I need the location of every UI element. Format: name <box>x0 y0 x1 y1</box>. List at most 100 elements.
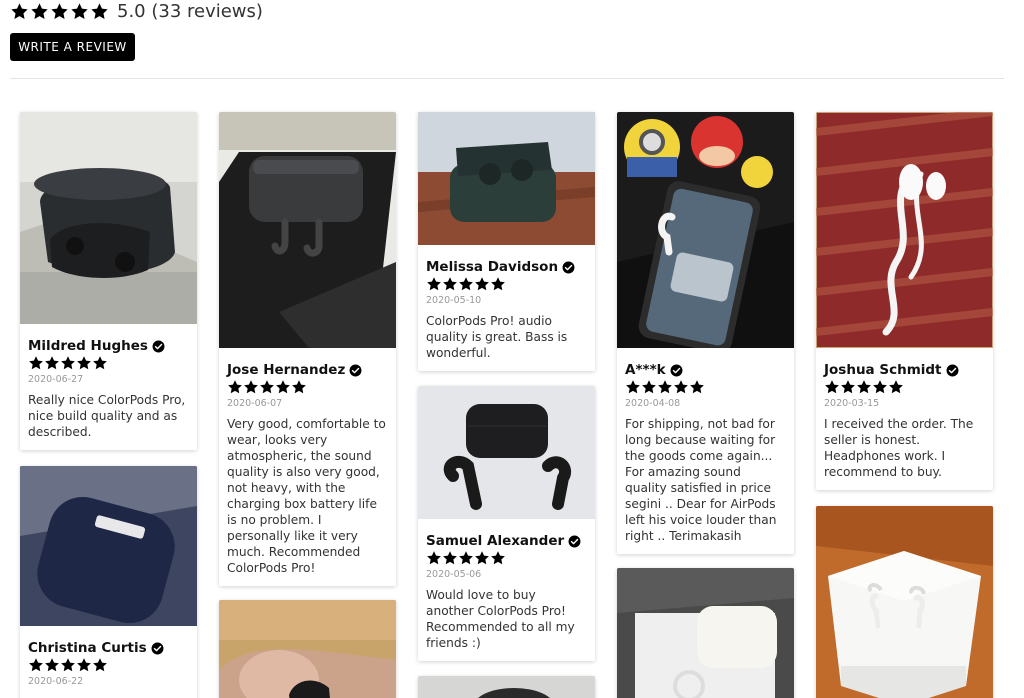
review-photo[interactable] <box>219 112 396 348</box>
star-icon <box>259 379 275 395</box>
review-stars <box>426 550 587 566</box>
reviewer-name: Melissa Davidson <box>426 259 559 275</box>
summary-stars <box>10 2 109 21</box>
verified-check-icon <box>670 364 683 377</box>
review-stars <box>227 379 388 395</box>
review-photo[interactable] <box>418 676 595 698</box>
review-text: Would love to buy another ColorPods Pro!… <box>426 588 575 650</box>
review-photo[interactable] <box>816 112 993 348</box>
verified-check-icon <box>152 340 165 353</box>
star-icon <box>673 379 689 395</box>
review-card[interactable] <box>418 676 595 698</box>
review-stars <box>824 379 985 395</box>
review-date: 2020-04-08 <box>625 398 681 409</box>
star-icon <box>458 276 474 292</box>
review-photo[interactable] <box>219 600 396 698</box>
star-icon <box>840 379 856 395</box>
star-icon <box>490 276 506 292</box>
review-photo[interactable] <box>816 506 993 698</box>
review-date: 2020-06-07 <box>227 398 283 409</box>
review-card[interactable] <box>617 568 794 698</box>
review-date: 2020-03-15 <box>824 398 880 409</box>
write-review-button[interactable]: WRITE A REVIEW <box>10 33 135 61</box>
star-icon <box>442 550 458 566</box>
review-card[interactable]: Melissa Davidson 2020-05-10 ColorPods Pr… <box>418 112 595 371</box>
star-icon <box>275 379 291 395</box>
star-icon <box>30 2 49 21</box>
reviewer-name: Christina Curtis <box>28 640 147 656</box>
star-icon <box>474 550 490 566</box>
star-icon <box>28 657 44 673</box>
star-icon <box>76 355 92 371</box>
star-icon <box>60 355 76 371</box>
verified-check-icon <box>946 364 959 377</box>
review-photo[interactable] <box>418 386 595 519</box>
star-icon <box>92 657 108 673</box>
star-icon <box>28 355 44 371</box>
star-icon <box>426 276 442 292</box>
review-text: For shipping, not bad for long because w… <box>625 417 777 543</box>
review-photo[interactable] <box>617 568 794 698</box>
divider <box>10 78 1004 79</box>
star-icon <box>76 657 92 673</box>
star-icon <box>474 276 490 292</box>
verified-check-icon <box>151 642 164 655</box>
review-card[interactable] <box>816 506 993 698</box>
reviewer-name: A***k <box>625 362 666 378</box>
review-stars <box>28 657 189 673</box>
review-date: 2020-05-10 <box>426 295 482 306</box>
star-icon <box>426 550 442 566</box>
reviewer-name: Jose Hernandez <box>227 362 346 378</box>
star-icon <box>625 379 641 395</box>
star-icon <box>44 657 60 673</box>
review-card[interactable] <box>219 600 396 698</box>
review-stars <box>28 355 189 371</box>
star-icon <box>458 550 474 566</box>
review-card[interactable]: Jose Hernandez 2020-06-07 Very good, com… <box>219 112 396 586</box>
star-icon <box>824 379 840 395</box>
star-icon <box>442 276 458 292</box>
star-icon <box>657 379 673 395</box>
star-icon <box>60 657 76 673</box>
star-icon <box>856 379 872 395</box>
review-card[interactable]: Samuel Alexander 2020-05-06 Would love t… <box>418 386 595 661</box>
star-icon <box>90 2 109 21</box>
reviewer-name: Mildred Hughes <box>28 338 148 354</box>
review-card[interactable]: Christina Curtis 2020-06-22 <box>20 466 197 698</box>
star-icon <box>490 550 506 566</box>
rating-summary: 5.0 (33 reviews) <box>10 0 263 22</box>
star-icon <box>641 379 657 395</box>
star-icon <box>50 2 69 21</box>
review-stars <box>426 276 587 292</box>
star-icon <box>291 379 307 395</box>
verified-check-icon <box>568 535 581 548</box>
star-icon <box>10 2 29 21</box>
review-card[interactable]: A***k 2020-04-08 For shipping, not bad f… <box>617 112 794 554</box>
review-photo[interactable] <box>418 112 595 245</box>
review-text: Really nice ColorPods Pro, nice build qu… <box>28 393 186 439</box>
rating-score: 5.0 (33 reviews) <box>117 0 263 22</box>
review-text: I received the order. The seller is hone… <box>824 417 974 479</box>
review-stars <box>625 379 786 395</box>
star-icon <box>243 379 259 395</box>
reviewer-name: Samuel Alexander <box>426 533 565 549</box>
star-icon <box>44 355 60 371</box>
reviewer-name: Joshua Schmidt <box>824 362 942 378</box>
review-date: 2020-05-06 <box>426 569 482 580</box>
review-photo[interactable] <box>20 466 197 626</box>
star-icon <box>70 2 89 21</box>
review-text: Very good, comfortable to wear, looks ve… <box>227 417 386 575</box>
review-card[interactable]: Joshua Schmidt 2020-03-15 I received the… <box>816 112 993 490</box>
review-photo[interactable] <box>617 112 794 348</box>
review-photo[interactable] <box>20 112 197 324</box>
review-date: 2020-06-22 <box>28 676 84 687</box>
verified-check-icon <box>349 364 362 377</box>
review-card[interactable]: Mildred Hughes 2020-06-27 Really nice Co… <box>20 112 197 450</box>
star-icon <box>689 379 705 395</box>
star-icon <box>872 379 888 395</box>
star-icon <box>888 379 904 395</box>
star-icon <box>92 355 108 371</box>
star-icon <box>227 379 243 395</box>
review-text: ColorPods Pro! audio quality is great. B… <box>426 314 568 360</box>
verified-check-icon <box>562 261 575 274</box>
